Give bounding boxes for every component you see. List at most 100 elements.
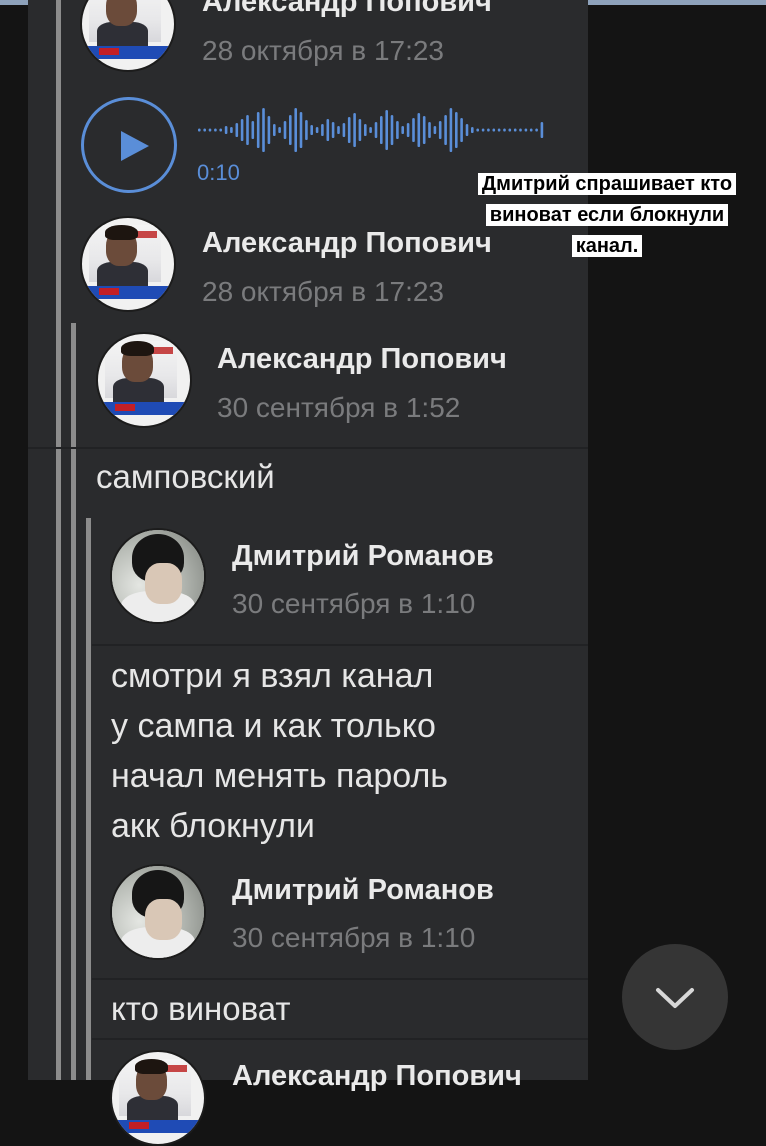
waveform-bar xyxy=(262,108,265,152)
waveform-bar xyxy=(273,124,276,136)
waveform-bar xyxy=(412,118,415,142)
waveform-bar xyxy=(251,121,255,139)
waveform-bar xyxy=(240,119,244,141)
waveform-bar xyxy=(497,128,501,132)
waveform-bar xyxy=(471,127,474,133)
waveform-bar xyxy=(428,122,431,138)
waveform-bar xyxy=(465,124,469,136)
voice-play-button[interactable] xyxy=(81,97,177,193)
waveform-bar xyxy=(331,122,335,138)
waveform-bar xyxy=(208,128,212,132)
voice-duration: 0:10 xyxy=(197,160,240,185)
waveform-bar xyxy=(374,122,378,138)
waveform-bar xyxy=(321,124,324,136)
waveform-bar xyxy=(508,128,512,132)
message-text: смотри я взял канал у сампа и как только… xyxy=(111,651,448,851)
waveform-bar xyxy=(224,126,228,134)
avatar[interactable] xyxy=(110,1050,206,1146)
waveform-bar xyxy=(198,128,201,132)
waveform-bar xyxy=(283,121,287,139)
avatar[interactable] xyxy=(80,216,176,312)
waveform-bar xyxy=(219,128,222,132)
waveform-bar xyxy=(358,119,362,141)
author-name[interactable]: Дмитрий Романов xyxy=(232,874,494,907)
waveform-bar xyxy=(289,115,292,145)
overlay-caption: Дмитрий спрашивает кто виноват если блок… xyxy=(474,169,740,262)
message-date: 30 сентября в 1:10 xyxy=(232,588,476,619)
quote-line xyxy=(71,323,76,1080)
divider xyxy=(92,644,588,646)
avatar[interactable] xyxy=(96,332,192,428)
message-line: акк блокнули xyxy=(111,807,315,845)
scroll-down-button[interactable] xyxy=(622,944,728,1050)
waveform-bar xyxy=(476,128,479,132)
divider xyxy=(92,978,588,980)
message-date: 30 сентября в 1:10 xyxy=(232,922,476,953)
waveform-bar xyxy=(353,113,356,147)
waveform-bar xyxy=(305,120,308,140)
avatar[interactable] xyxy=(110,864,206,960)
waveform-bar xyxy=(369,127,372,133)
waveform-bar xyxy=(444,115,447,145)
quote-line xyxy=(56,0,61,1080)
waveform-bar xyxy=(460,118,463,142)
author-name[interactable]: Александр Попович xyxy=(232,1060,522,1093)
waveform-bar xyxy=(246,115,249,145)
waveform-bar xyxy=(294,108,297,152)
divider xyxy=(92,1038,588,1040)
waveform-bar xyxy=(433,126,437,134)
author-name[interactable]: Александр Попович xyxy=(217,343,507,376)
author-name[interactable]: Дмитрий Романов xyxy=(232,540,494,573)
waveform-bar xyxy=(380,116,383,144)
waveform-bar xyxy=(267,116,271,144)
waveform-bar xyxy=(278,127,281,133)
waveform-bar xyxy=(438,121,442,139)
waveform-bar xyxy=(326,119,330,141)
message-date: 28 октября в 17:23 xyxy=(202,35,445,66)
waveform-bar xyxy=(417,113,421,147)
play-icon xyxy=(121,131,149,161)
waveform-icon[interactable] xyxy=(197,100,545,160)
waveform-bar xyxy=(310,125,313,135)
waveform-bar xyxy=(396,121,399,139)
caption-text: Дмитрий спрашивает кто виноват если блок… xyxy=(477,173,737,257)
waveform-bar xyxy=(519,128,522,132)
quote-line xyxy=(86,518,91,1080)
waveform-bar xyxy=(524,128,528,132)
message-line: смотри я взял канал xyxy=(111,657,434,695)
waveform-bar xyxy=(203,128,206,132)
waveform-bar xyxy=(337,126,340,134)
waveform-bar xyxy=(214,128,217,132)
waveform-bar xyxy=(535,128,538,132)
message-date: 28 октября в 17:23 xyxy=(202,276,445,307)
message-line: у сампа и как только xyxy=(111,707,436,745)
waveform-bar xyxy=(235,123,239,137)
waveform-bar xyxy=(481,128,485,132)
chevron-down-icon xyxy=(656,988,694,1008)
author-name[interactable]: Александр Попович xyxy=(202,0,492,19)
waveform-bar xyxy=(385,110,388,150)
waveform-bar xyxy=(455,112,458,148)
waveform-bar xyxy=(529,128,533,132)
waveform-bar xyxy=(487,128,490,132)
waveform-bar xyxy=(315,127,319,133)
message-text: кто виноват xyxy=(111,990,291,1027)
divider xyxy=(28,447,588,449)
waveform-bar xyxy=(342,123,346,137)
waveform-bar xyxy=(390,115,394,145)
waveform-bar xyxy=(422,116,426,144)
waveform-bar xyxy=(513,128,517,132)
waveform-bar xyxy=(256,112,260,148)
waveform-bar xyxy=(449,108,453,152)
waveform-bar xyxy=(492,128,496,132)
waveform-bar xyxy=(347,117,351,143)
avatar[interactable] xyxy=(110,528,206,624)
waveform-bar xyxy=(503,128,506,132)
waveform-bar xyxy=(540,122,544,138)
waveform-bar xyxy=(406,123,410,137)
author-name[interactable]: Александр Попович xyxy=(202,227,492,260)
waveform-bar xyxy=(401,126,404,134)
waveform-bar xyxy=(299,112,303,148)
message-line: начал менять пароль xyxy=(111,757,448,795)
waveform-bar xyxy=(364,124,367,136)
